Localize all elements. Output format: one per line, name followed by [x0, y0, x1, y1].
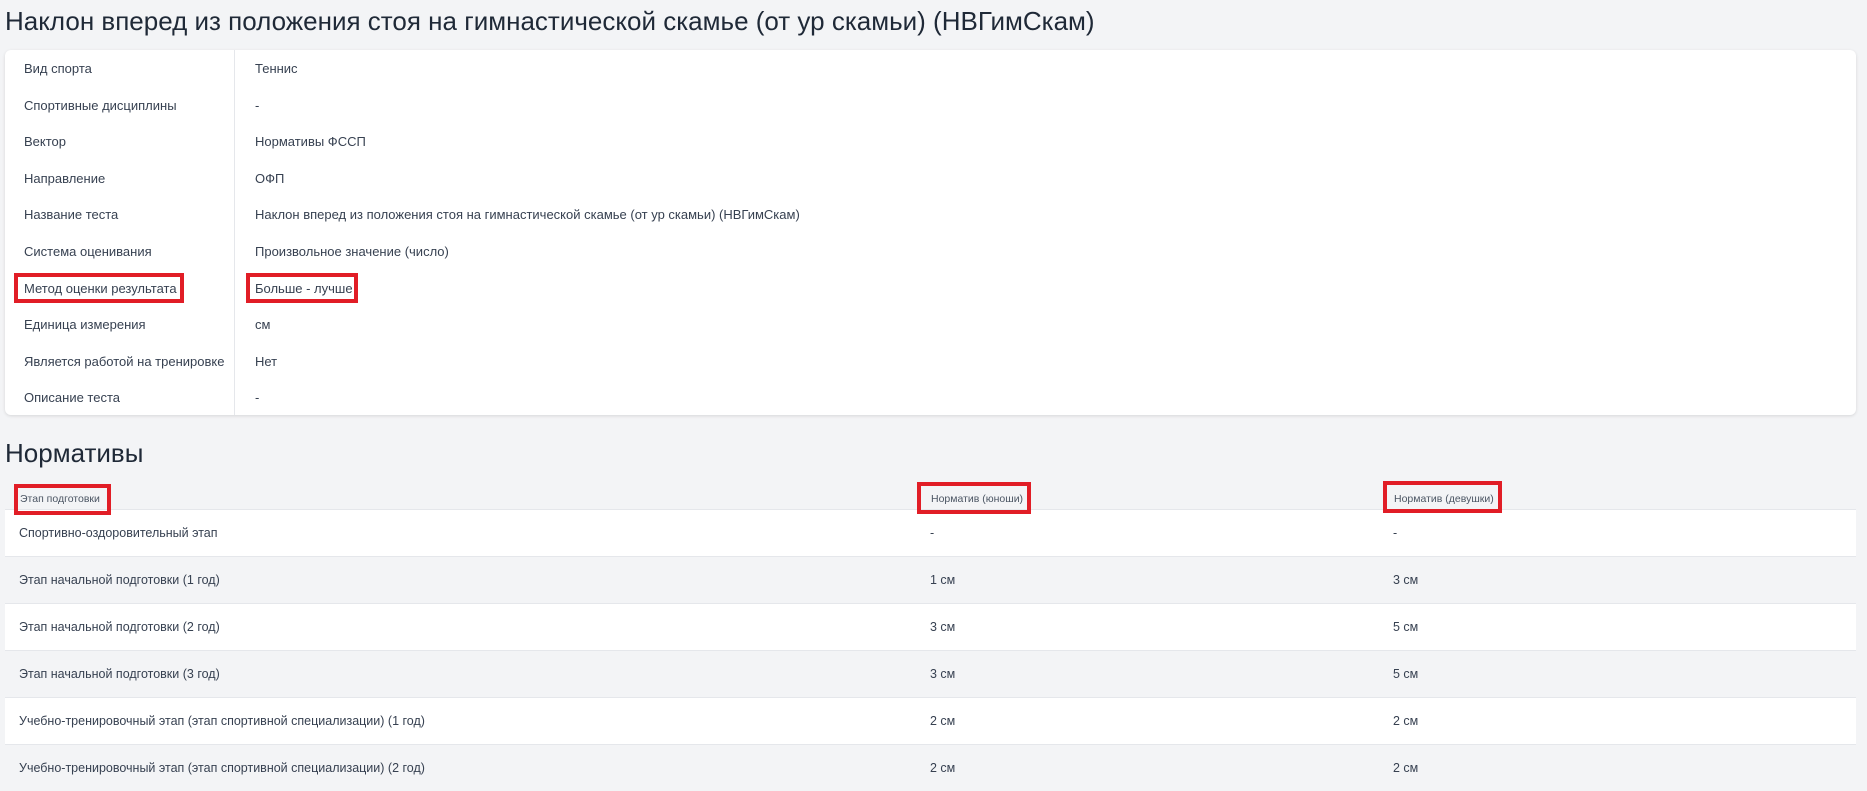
cell-girls: 2 см — [1393, 714, 1419, 728]
table-row: Спортивно-оздоровительный этап - - — [5, 509, 1856, 556]
cell-boys: 3 см — [930, 667, 956, 681]
detail-value: Наклон вперед из положения стоя на гимна… — [255, 207, 800, 223]
cell-stage: Учебно-тренировочный этап (этап спортивн… — [19, 761, 425, 775]
detail-row-vector: Вектор Нормативы ФССП — [5, 124, 1856, 161]
highlight-box — [14, 273, 184, 303]
detail-row-direction: Направление ОФП — [5, 161, 1856, 198]
detail-label: Является работой на тренировке — [24, 353, 225, 369]
detail-row-training-work: Является работой на тренировке Нет — [5, 344, 1856, 381]
cell-stage: Учебно-тренировочный этап (этап спортивн… — [19, 714, 425, 728]
cell-girls: 5 см — [1393, 667, 1419, 681]
detail-label: Единица измерения — [24, 317, 146, 333]
highlight-box — [917, 482, 1031, 514]
detail-label: Вид спорта — [24, 61, 92, 76]
detail-label: Вектор — [24, 134, 67, 150]
detail-value: Теннис — [255, 61, 298, 76]
detail-row-grading-system: Система оценивания Произвольное значение… — [5, 234, 1856, 271]
cell-stage: Спортивно-оздоровительный этап — [19, 526, 218, 540]
highlight-box — [246, 273, 358, 303]
table-row: Этап начальной подготовки (2 год) 3 см 5… — [5, 603, 1856, 650]
detail-value: см — [255, 317, 271, 333]
detail-label: Название теста — [24, 207, 119, 223]
detail-value: ОФП — [255, 170, 285, 186]
test-details-card: Вид спорта Теннис Спортивные дисциплины … — [5, 50, 1856, 415]
detail-label: Система оценивания — [24, 244, 152, 259]
detail-label: Описание теста — [24, 390, 121, 406]
detail-value: - — [255, 390, 260, 406]
highlight-box — [14, 484, 111, 515]
cell-boys: 1 см — [930, 573, 956, 587]
detail-value: - — [255, 97, 260, 113]
cell-girls: - — [1393, 526, 1398, 540]
cell-girls: 5 см — [1393, 620, 1419, 634]
cell-girls: 3 см — [1393, 573, 1419, 587]
table-row: Учебно-тренировочный этап (этап спортивн… — [5, 697, 1856, 744]
detail-label: Направление — [24, 170, 106, 186]
highlight-box — [1383, 481, 1502, 513]
page-title: Наклон вперед из положения стоя на гимна… — [5, 6, 1095, 36]
detail-row-unit: Единица измерения см — [5, 307, 1856, 344]
cell-boys: 2 см — [930, 761, 956, 775]
detail-row-disciplines: Спортивные дисциплины - — [5, 88, 1856, 125]
cell-stage: Этап начальной подготовки (3 год) — [19, 667, 220, 681]
cell-stage: Этап начальной подготовки (1 год) — [19, 573, 220, 587]
detail-row-test-name: Название теста Наклон вперед из положени… — [5, 197, 1856, 234]
detail-label: Спортивные дисциплины — [24, 97, 177, 113]
detail-value: Нормативы ФССП — [255, 134, 366, 150]
cell-boys: 2 см — [930, 714, 956, 728]
table-row: Этап начальной подготовки (3 год) 3 см 5… — [5, 650, 1856, 697]
cell-boys: - — [930, 526, 935, 540]
table-row: Этап начальной подготовки (1 год) 1 см 3… — [5, 556, 1856, 603]
detail-value: Произвольное значение (число) — [255, 244, 449, 259]
detail-row-sport: Вид спорта Теннис — [5, 51, 1856, 88]
cell-girls: 2 см — [1393, 761, 1419, 775]
cell-stage: Этап начальной подготовки (2 год) — [19, 620, 220, 634]
table-row: Учебно-тренировочный этап (этап спортивн… — [5, 744, 1856, 791]
cell-boys: 3 см — [930, 620, 956, 634]
detail-value: Нет — [255, 353, 278, 369]
detail-row-description: Описание теста - — [5, 380, 1856, 417]
norms-section-title: Нормативы — [5, 438, 144, 468]
